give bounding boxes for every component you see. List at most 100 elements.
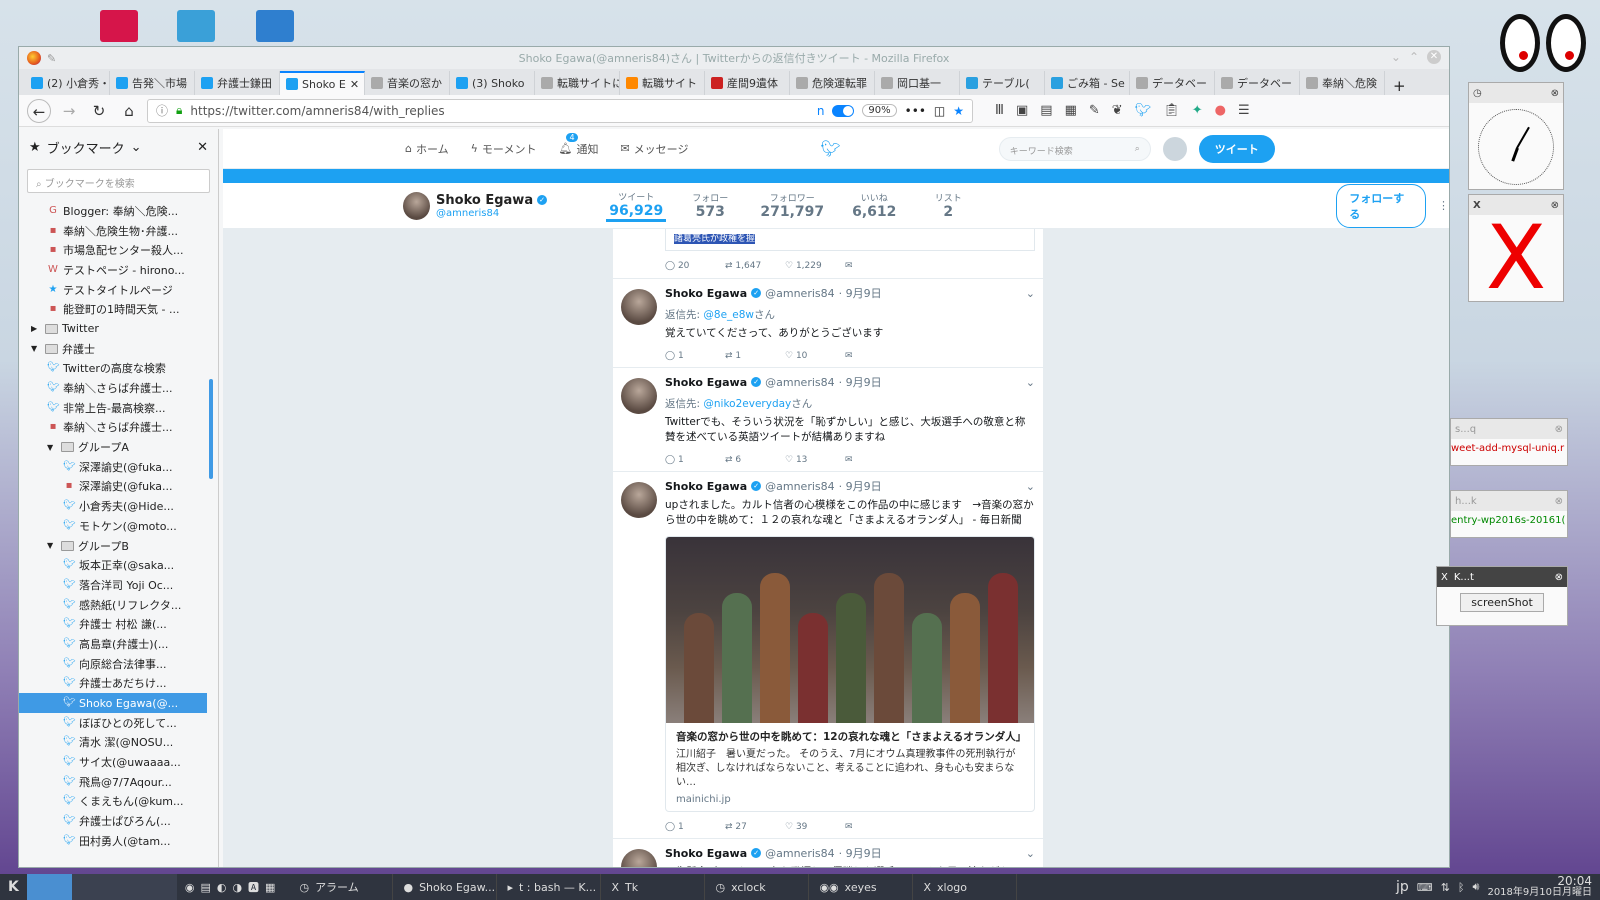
like-action[interactable]: ♡ 10 [785,351,825,361]
bookmark-item[interactable]: ▪ 奉納＼危険生物･弁護... [19,221,207,241]
launcher-icons[interactable]: ◉▤◐◑🅰▦ [177,879,290,895]
tweet-date[interactable]: · 9月9日 [839,845,882,861]
tab-14[interactable]: データベー [1215,71,1300,95]
library-icon[interactable]: Ⅲ [995,103,1004,118]
dm-action[interactable]: ✉ [845,822,885,832]
forward-button[interactable]: → [57,99,81,123]
bookmark-item[interactable]: 🐦︎ Shoko Egawa(@... [19,693,207,713]
bookmark-item[interactable]: 🐦︎ 清水 潔(@NOSU... [19,733,207,753]
reader-icon[interactable]: ▤ [1040,103,1052,118]
bookmark-item[interactable]: 🐦︎ サイ太(@uwaaaa... [19,752,207,772]
bookmark-item[interactable]: ▪ 能登町の1時間天気 - ... [19,299,207,319]
bookmark-item[interactable]: 🐦︎ 飛鳥@7/7Aqour... [19,772,207,792]
bookmark-item[interactable]: 🐦︎ モトケン(@moto... [19,516,207,536]
dm-action[interactable]: ✉ [845,261,885,271]
tweet-date[interactable]: · 9月9日 [839,285,882,301]
retweet-action[interactable]: ⇄ 1,647 [725,261,765,271]
bookmark-folder[interactable]: ▶ Twitter [19,319,207,339]
close-window-button[interactable]: ✕ [1427,50,1441,64]
bookmark-item[interactable]: 🐦︎ 坂本正幸(@saka... [19,555,207,575]
tweet-handle[interactable]: @amneris84 [765,287,835,300]
tweet-avatar[interactable] [621,849,657,867]
follow-button[interactable]: フォローする [1336,183,1426,228]
keyboard-icon[interactable]: ⌨ [1417,881,1433,894]
retweet-action[interactable]: ⇄ 1 [725,351,765,361]
tab-7[interactable]: 転職サイト [620,71,705,95]
triangle-down-icon[interactable]: ▼ [47,541,57,550]
tweet-avatar[interactable] [621,289,657,325]
bookmark-item[interactable]: 🐦︎ 非常上告-最高検察... [19,398,207,418]
extension-toggle[interactable] [832,104,855,117]
bookmark-item[interactable]: 🐦︎ Twitterの高度な検索 [19,359,207,379]
nav-messages[interactable]: ✉ メッセージ [620,141,688,157]
taskbar-item[interactable]: Xxlogo [913,874,1018,900]
volume-icon[interactable]: 🔊︎ [1473,880,1480,894]
tab-9[interactable]: 危険運転罪 [790,71,875,95]
tweet-date[interactable]: · 9月9日 [839,478,882,494]
sidebar-toggle-icon[interactable]: ▣ [1016,103,1028,118]
sidebar-scrollbar[interactable] [209,379,213,479]
firefox-account-icon[interactable]: ● [1215,103,1226,118]
tab-0[interactable]: (2) 小倉秀・ [25,71,110,95]
twitter-toolbar-icon[interactable]: 🐦︎ [1135,103,1152,118]
tab-2[interactable]: 弁護士鎌田 [195,71,280,95]
user-avatar[interactable] [1162,136,1187,161]
tab-15[interactable]: 奉納＼危険 [1300,71,1385,95]
kde-menu-icon[interactable]: K [0,879,27,895]
bookmark-item[interactable]: 🐦︎ 向原総合法律事... [19,654,207,674]
tweet[interactable]: Shoko Egawa ✓@amneris84 · 9月9日 ⌄ 一生懸命プレーして、力… [613,839,1043,867]
reply-action[interactable]: ◯ 1 [665,822,705,832]
reply-action[interactable]: ◯ 1 [665,455,705,465]
card-image[interactable] [666,537,1034,723]
tab-12[interactable]: ごみ箱 - Se [1045,71,1130,95]
reply-handle-link[interactable]: @niko2everyday [703,398,791,410]
profile-stat[interactable]: いいね 6,612 [844,191,904,220]
bookmark-star-icon[interactable]: ★ [953,104,964,118]
bookmark-item[interactable]: ▪ 奉納＼さらば弁護士... [19,418,207,438]
close-tab-icon[interactable]: ✕ [350,78,359,91]
bookmark-item[interactable]: W テストページ - hirono... [19,260,207,280]
back-button[interactable]: ← [27,98,51,123]
tweet[interactable]: Shoko Egawa ✓ @amneris84 · 9月9日 ⌄ 返信先: @8e_e8… [613,279,1043,368]
bookmark-item[interactable]: 🐦︎ 奉納＼さらば弁護士... [19,378,207,398]
tweet-handle[interactable]: @amneris84 [765,480,835,493]
tab-3[interactable]: Shoko E ✕ [280,71,365,95]
info-icon[interactable]: ⓘ [156,102,168,119]
url-text[interactable]: https://twitter.com/amneris84/with_repli… [190,104,808,118]
ime-label[interactable]: jp [1396,879,1409,895]
close-sidebar-button[interactable]: ✕ [197,140,208,155]
tab-13[interactable]: データベー [1130,71,1215,95]
tweet-date[interactable]: · 9月9日 [839,374,882,390]
bookmark-folder[interactable]: ▼ グループA [19,437,207,457]
chevron-down-icon[interactable]: ⌄ [131,140,142,155]
close-button[interactable]: ⊗ [1555,496,1563,507]
twitter-logo-icon[interactable]: 🐦︎ [820,139,840,158]
taskbar-item[interactable]: ◉◉ xeyes [809,874,914,900]
tab-4[interactable]: 音楽の窓か [365,71,450,95]
triangle-right-icon[interactable]: ▶ [31,324,41,333]
search-icon[interactable]: ⌕ [1135,144,1140,154]
bookmark-item[interactable]: 🐦︎ 小倉秀夫(@Hide... [19,496,207,516]
bookmark-item[interactable]: 🐦︎ くまえもん(@kum... [19,792,207,812]
clipboard-icon[interactable]: 📋︎ [1163,103,1180,118]
close-button[interactable]: ⊗ [1551,88,1559,99]
tweet-avatar[interactable] [621,482,657,518]
dm-action[interactable]: ✉ [845,455,885,465]
bookmark-folder[interactable]: ▼ グループB [19,536,207,556]
profile-handle[interactable]: @amneris84 [436,208,600,219]
tweet-handle[interactable]: @amneris84 [765,847,835,860]
bookmark-item[interactable]: 🐦︎ 感熱紙(リフレクタ... [19,595,207,615]
bookmark-item[interactable]: ▪ 深澤諭史(@fuka... [19,477,207,497]
nav-moments[interactable]: ϟ モーメント [471,141,537,157]
maximize-button[interactable]: ⌃ [1409,50,1419,64]
tweet-handle[interactable]: @amneris84 [765,376,835,389]
taskbar-item[interactable]: X Tk [601,874,706,900]
chevron-down-icon[interactable]: ⌄ [1026,480,1035,493]
tab-10[interactable]: 岡口基一 [875,71,960,95]
chevron-down-icon[interactable]: ⌄ [1026,847,1035,860]
tweet-author[interactable]: Shoko Egawa [665,376,747,389]
taskbar-item[interactable]: ◷ xclock [705,874,810,900]
tweet-author[interactable]: Shoko Egawa [665,480,747,493]
nav-home[interactable]: ⌂ ホーム [405,141,449,157]
link-card[interactable]: 音楽の窓から世の中を眺めて：12の哀れな魂と「さまよえるオランダ人」 江川紹子 暑… [665,536,1035,812]
